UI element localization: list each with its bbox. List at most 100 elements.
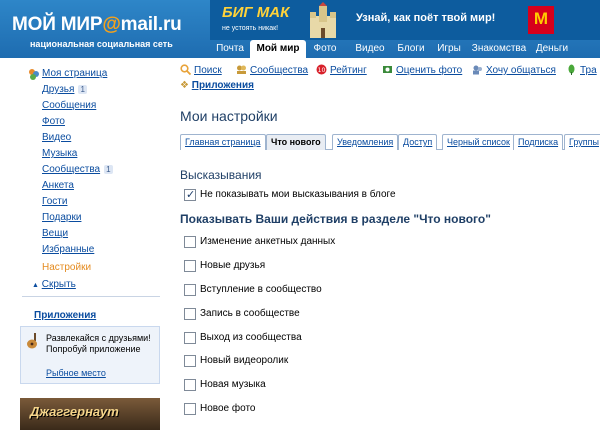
tab-photo[interactable]: Фото bbox=[306, 40, 344, 58]
section-activity-title: Показывать Ваши действия в разделе "Что … bbox=[180, 212, 491, 226]
tab-dating[interactable]: Знакомства bbox=[468, 40, 530, 58]
tab-mail[interactable]: Почта bbox=[210, 40, 250, 58]
quick-link-more[interactable]: Тра bbox=[566, 64, 597, 76]
tab-groups[interactable]: Группы bbox=[564, 134, 600, 150]
tab-my-world[interactable]: Мой мир bbox=[250, 40, 306, 58]
quick-link-label[interactable]: Тра bbox=[580, 65, 597, 76]
sidebar-item-label[interactable]: Видео bbox=[42, 132, 71, 143]
leaf-icon bbox=[568, 64, 575, 75]
communities-count-badge: 1 bbox=[104, 165, 113, 174]
checkbox[interactable] bbox=[184, 403, 196, 415]
sidebar-item-photo[interactable]: Фото bbox=[42, 116, 65, 127]
checkbox[interactable] bbox=[184, 355, 196, 367]
sidebar-item-profile[interactable]: Анкета bbox=[42, 180, 74, 191]
quick-link-apps[interactable]: ❖ Приложения bbox=[180, 80, 254, 91]
apps-title-link[interactable]: Приложения bbox=[34, 310, 96, 321]
checkbox[interactable] bbox=[184, 236, 196, 248]
app-promo-box: Развлекайся с друзьями! Попробуй приложе… bbox=[20, 326, 160, 384]
sidebar-item-label[interactable]: Фото bbox=[42, 116, 65, 127]
apps-section-title[interactable]: Приложения bbox=[34, 310, 96, 321]
sidebar-item-settings[interactable]: Настройки bbox=[42, 262, 91, 273]
game-banner-title: Джаггернаут bbox=[30, 404, 119, 419]
sidebar-item-things[interactable]: Вещи bbox=[42, 228, 68, 239]
tab-label: Что нового bbox=[271, 137, 321, 147]
quick-link-label[interactable]: Рейтинг bbox=[330, 65, 367, 76]
sidebar-item-label[interactable]: Моя страница bbox=[42, 68, 107, 79]
sidebar-item-video[interactable]: Видео bbox=[42, 132, 71, 143]
ad-banner[interactable]: БИГ МАК не устоять никак! Узнай, как поё… bbox=[210, 0, 600, 40]
option-label: Изменение анкетных данных bbox=[200, 236, 336, 247]
quick-link-apps-label[interactable]: Приложения bbox=[192, 80, 254, 91]
hide-sidebar-link[interactable]: ▲ Скрыть bbox=[32, 279, 76, 290]
logo-domain: mail.ru bbox=[120, 14, 182, 35]
tab-label[interactable]: Черный список bbox=[447, 137, 510, 147]
sidebar-item-guests[interactable]: Гости bbox=[42, 196, 67, 207]
promo-app-link[interactable]: Рыбное место bbox=[46, 368, 106, 378]
option-label: Не показывать мои высказывания в блоге bbox=[200, 189, 396, 200]
checkbox[interactable] bbox=[184, 260, 196, 272]
logo-text: МОЙ МИР bbox=[12, 14, 103, 35]
promo-line-1: Развлекайся с друзьями! bbox=[46, 333, 151, 343]
option-label: Вступление в сообщество bbox=[200, 284, 322, 295]
quick-link-label[interactable]: Оценить фото bbox=[396, 65, 462, 76]
sidebar-item-my-page[interactable]: Моя страница bbox=[42, 68, 107, 79]
quick-link-want-to-chat[interactable]: Хочу общаться bbox=[472, 64, 556, 76]
divider bbox=[22, 296, 160, 297]
sidebar-item-label[interactable]: Анкета bbox=[42, 180, 74, 191]
hide-label[interactable]: Скрыть bbox=[42, 279, 76, 290]
tab-notifications[interactable]: Уведомления bbox=[332, 134, 399, 150]
quick-link-communities[interactable]: Сообщества bbox=[236, 64, 308, 76]
checkbox[interactable] bbox=[184, 332, 196, 344]
tab-access[interactable]: Доступ bbox=[398, 134, 438, 150]
tab-label[interactable]: Уведомления bbox=[337, 137, 393, 147]
checkbox[interactable] bbox=[184, 308, 196, 320]
site-header: МОЙ МИР@mail.ru национальная социальная … bbox=[0, 0, 600, 58]
sidebar-item-label[interactable]: Музыка bbox=[42, 148, 77, 159]
sidebar-item-music[interactable]: Музыка bbox=[42, 148, 77, 159]
tab-label[interactable]: Доступ bbox=[403, 137, 432, 147]
option-label: Новые друзья bbox=[200, 260, 266, 271]
tab-money[interactable]: Деньги bbox=[530, 40, 574, 58]
settings-subtabs: Главная страница Что нового Уведомления … bbox=[180, 134, 600, 150]
site-slogan: национальная социальная сеть bbox=[30, 39, 173, 49]
tab-video[interactable]: Видео bbox=[348, 40, 392, 58]
sidebar-item-label[interactable]: Сообщества bbox=[42, 164, 100, 175]
sidebar-item-label[interactable]: Гости bbox=[42, 196, 67, 207]
castle-icon bbox=[310, 2, 336, 38]
tab-subscription[interactable]: Подписка bbox=[513, 134, 564, 150]
apps-icon: ❖ bbox=[180, 80, 189, 91]
quick-link-label[interactable]: Сообщества bbox=[250, 65, 308, 76]
sidebar-item-label[interactable]: Подарки bbox=[42, 212, 81, 223]
sidebar-item-label[interactable]: Вещи bbox=[42, 228, 68, 239]
sidebar-item-favorites[interactable]: Избранные bbox=[42, 244, 94, 255]
game-ad-banner[interactable]: Джаггернаут bbox=[20, 398, 160, 430]
chat-icon bbox=[473, 65, 482, 75]
tab-label[interactable]: Группы bbox=[569, 137, 599, 147]
sidebar-item-label[interactable]: Сообщения bbox=[42, 100, 96, 111]
checkbox[interactable] bbox=[184, 188, 196, 201]
tab-blacklist[interactable]: Черный список bbox=[442, 134, 515, 150]
sidebar-item-friends[interactable]: Друзья 1 bbox=[42, 84, 87, 95]
checkbox[interactable] bbox=[184, 284, 196, 296]
tab-games[interactable]: Игры bbox=[430, 40, 468, 58]
quick-link-rating[interactable]: 10 Рейтинг bbox=[316, 64, 367, 76]
quick-link-label[interactable]: Хочу общаться bbox=[486, 65, 556, 76]
sidebar-item-messages[interactable]: Сообщения bbox=[42, 100, 96, 111]
tab-label[interactable]: Главная страница bbox=[185, 137, 261, 147]
tab-whats-new[interactable]: Что нового bbox=[266, 134, 326, 150]
tab-main-page[interactable]: Главная страница bbox=[180, 134, 266, 150]
quick-link-label[interactable]: Поиск bbox=[194, 65, 222, 76]
tab-blogs[interactable]: Блоги bbox=[392, 40, 430, 58]
sidebar-item-communities[interactable]: Сообщества 1 bbox=[42, 164, 113, 175]
mcdonalds-logo-icon: M bbox=[528, 6, 554, 34]
sidebar-item-label: Настройки bbox=[42, 262, 92, 273]
tab-label[interactable]: Подписка bbox=[518, 137, 558, 147]
site-logo[interactable]: МОЙ МИР@mail.ru bbox=[12, 14, 182, 36]
checkbox[interactable] bbox=[184, 379, 196, 391]
sidebar-item-label[interactable]: Друзья bbox=[42, 84, 74, 95]
quick-link-rate-photo[interactable]: Оценить фото bbox=[382, 64, 462, 76]
sidebar-item-gifts[interactable]: Подарки bbox=[42, 212, 81, 223]
quick-link-search[interactable]: Поиск bbox=[180, 64, 222, 76]
sidebar-item-label[interactable]: Избранные bbox=[42, 244, 94, 255]
option-label: Запись в сообществе bbox=[200, 308, 300, 319]
